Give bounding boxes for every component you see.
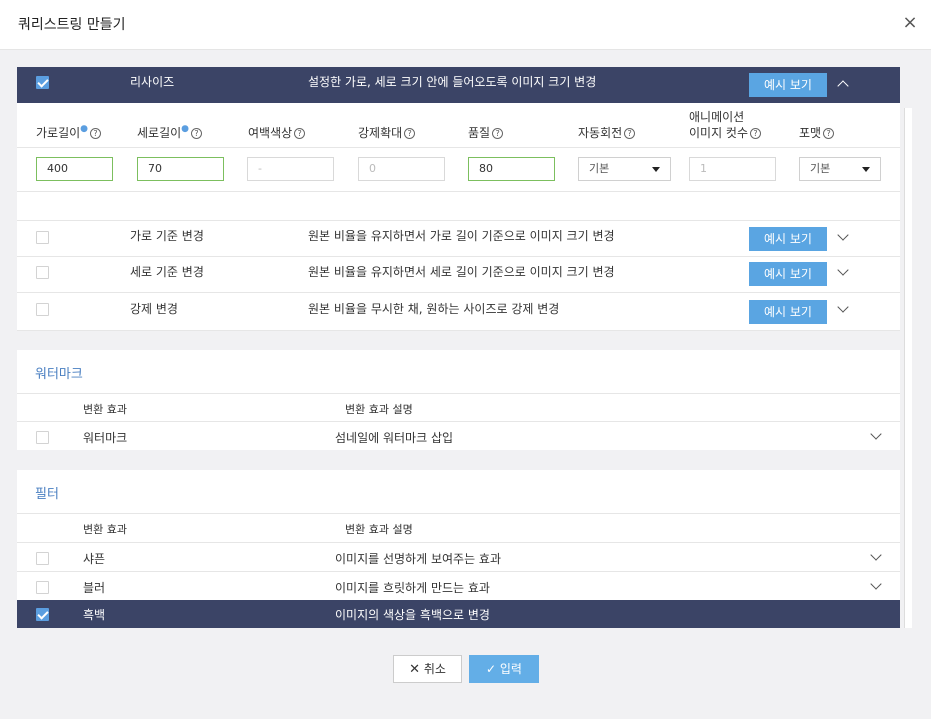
watermark-desc: 섬네일에 워터마크 삽입 bbox=[335, 431, 454, 445]
resize-example-button[interactable]: 예시 보기 bbox=[749, 73, 827, 97]
check-icon: ✓ bbox=[486, 662, 497, 676]
height-label: 세로길이●? bbox=[137, 124, 203, 141]
divider bbox=[17, 393, 900, 394]
resize-desc: 설정한 가로, 세로 크기 안에 들어오도록 이미지 크기 변경 bbox=[308, 75, 597, 89]
force-enlarge-label: 강제확대? bbox=[358, 124, 416, 141]
option-label: 강제 변경 bbox=[130, 302, 178, 316]
option-checkbox[interactable] bbox=[36, 266, 49, 279]
filter-checkbox[interactable] bbox=[36, 581, 49, 594]
chevron-down-icon[interactable] bbox=[870, 549, 882, 561]
resize-option-row[interactable]: 세로 기준 변경 원본 비율을 유지하면서 세로 길이 기준으로 이미지 크기 … bbox=[17, 257, 900, 293]
option-desc: 원본 비율을 유지하면서 세로 길이 기준으로 이미지 크기 변경 bbox=[308, 265, 615, 279]
filter-panel: 필터 변환 효과 변환 효과 설명 샤픈 이미지를 선명하게 보여주는 효과 블… bbox=[17, 470, 900, 628]
divider bbox=[17, 191, 900, 192]
help-icon[interactable]: ? bbox=[492, 128, 504, 139]
example-button[interactable]: 예시 보기 bbox=[749, 262, 827, 286]
format-label: 포맷? bbox=[799, 124, 835, 141]
dropdown-arrow-icon bbox=[652, 167, 660, 172]
option-label: 세로 기준 변경 bbox=[130, 265, 204, 279]
option-checkbox[interactable] bbox=[36, 303, 49, 316]
format-select[interactable]: 기본 bbox=[799, 157, 881, 181]
help-icon[interactable]: ? bbox=[624, 128, 636, 139]
option-desc: 원본 비율을 유지하면서 가로 길이 기준으로 이미지 크기 변경 bbox=[308, 229, 615, 243]
help-icon[interactable]: ? bbox=[823, 128, 835, 139]
required-mark: ● bbox=[181, 124, 190, 134]
option-label: 가로 기준 변경 bbox=[130, 229, 204, 243]
width-label: 가로길이●? bbox=[36, 124, 102, 141]
chevron-down-icon[interactable] bbox=[837, 264, 849, 276]
filter-label: 블러 bbox=[83, 581, 106, 595]
force-enlarge-input[interactable]: 0 bbox=[358, 157, 445, 181]
col-desc-header: 변환 효과 설명 bbox=[345, 523, 413, 536]
chevron-down-icon[interactable] bbox=[870, 428, 882, 440]
anim-frames-label-2: 이미지 컷수? bbox=[689, 124, 762, 141]
cancel-label: 취소 bbox=[423, 662, 446, 676]
divider bbox=[17, 147, 900, 148]
chevron-down-icon[interactable] bbox=[837, 301, 849, 313]
resize-panel: 리사이즈 설정한 가로, 세로 크기 안에 들어오도록 이미지 크기 변경 예시… bbox=[17, 67, 900, 331]
auto-rotate-label: 자동회전? bbox=[578, 124, 636, 141]
cancel-button[interactable]: ✕ 취소 bbox=[393, 655, 462, 683]
dropdown-arrow-icon bbox=[862, 167, 870, 172]
filter-label: 흑백 bbox=[83, 608, 106, 622]
help-icon[interactable]: ? bbox=[90, 128, 102, 139]
resize-option-row[interactable]: 가로 기준 변경 원본 비율을 유지하면서 가로 길이 기준으로 이미지 크기 … bbox=[17, 220, 900, 257]
watermark-row[interactable]: 워터마크 섬네일에 워터마크 삽입 bbox=[17, 422, 900, 450]
chevron-up-icon[interactable] bbox=[837, 80, 849, 92]
resize-checkbox[interactable] bbox=[36, 76, 49, 89]
divider bbox=[17, 513, 900, 514]
dialog-title: 쿼리스트링 만들기 bbox=[18, 17, 126, 33]
option-checkbox[interactable] bbox=[36, 231, 49, 244]
dialog-header: 쿼리스트링 만들기 × bbox=[0, 0, 931, 50]
close-icon: ✕ bbox=[409, 662, 420, 677]
help-icon[interactable]: ? bbox=[294, 128, 306, 139]
anim-frames-input[interactable]: 1 bbox=[689, 157, 776, 181]
filter-label: 샤픈 bbox=[83, 552, 106, 566]
section-title: 워터마크 bbox=[35, 367, 83, 382]
help-icon[interactable]: ? bbox=[404, 128, 416, 139]
watermark-label: 워터마크 bbox=[83, 431, 128, 445]
submit-label: 입력 bbox=[499, 662, 522, 676]
auto-rotate-select[interactable]: 기본 bbox=[578, 157, 671, 181]
col-desc-header: 변환 효과 설명 bbox=[345, 403, 413, 416]
submit-button[interactable]: ✓ 입력 bbox=[469, 655, 539, 683]
filter-desc: 이미지를 흐릿하게 만드는 효과 bbox=[335, 581, 490, 595]
resize-main-row[interactable]: 리사이즈 설정한 가로, 세로 크기 안에 들어오도록 이미지 크기 변경 예시… bbox=[17, 67, 900, 103]
height-input[interactable]: 70 bbox=[137, 157, 224, 181]
example-button[interactable]: 예시 보기 bbox=[749, 300, 827, 324]
anim-frames-label-1: 애니메이션 bbox=[689, 110, 745, 124]
resize-option-row[interactable]: 강제 변경 원본 비율을 무시한 채, 원하는 사이즈로 강제 변경 예시 보기 bbox=[17, 293, 900, 331]
margin-color-label: 여백색상? bbox=[248, 124, 306, 141]
auto-rotate-value: 기본 bbox=[589, 162, 610, 175]
format-value: 기본 bbox=[810, 162, 831, 175]
help-icon[interactable]: ? bbox=[191, 128, 203, 139]
close-icon[interactable]: × bbox=[902, 14, 918, 32]
example-button[interactable]: 예시 보기 bbox=[749, 227, 827, 251]
required-mark: ● bbox=[80, 124, 89, 134]
help-icon[interactable]: ? bbox=[750, 128, 762, 139]
quality-input[interactable]: 80 bbox=[468, 157, 555, 181]
quality-label: 품질? bbox=[468, 124, 504, 141]
filter-row-selected[interactable]: 흑백 이미지의 색상을 흑백으로 변경 bbox=[17, 600, 900, 628]
col-effect-header: 변환 효과 bbox=[83, 523, 127, 536]
filter-row[interactable]: 샤픈 이미지를 선명하게 보여주는 효과 bbox=[17, 543, 900, 572]
watermark-panel: 워터마크 변환 효과 변환 효과 설명 워터마크 섬네일에 워터마크 삽입 bbox=[17, 350, 900, 450]
filter-desc: 이미지의 색상을 흑백으로 변경 bbox=[335, 608, 490, 622]
filter-row[interactable]: 블러 이미지를 흐릿하게 만드는 효과 bbox=[17, 572, 900, 600]
filter-checkbox[interactable] bbox=[36, 552, 49, 565]
filter-desc: 이미지를 선명하게 보여주는 효과 bbox=[335, 552, 502, 566]
resize-label: 리사이즈 bbox=[130, 75, 175, 89]
margin-color-input[interactable]: - bbox=[247, 157, 334, 181]
scrollbar[interactable] bbox=[904, 108, 912, 628]
chevron-down-icon[interactable] bbox=[837, 229, 849, 241]
width-input[interactable]: 400 bbox=[36, 157, 113, 181]
watermark-checkbox[interactable] bbox=[36, 431, 49, 444]
chevron-down-icon[interactable] bbox=[870, 578, 882, 590]
option-desc: 원본 비율을 무시한 채, 원하는 사이즈로 강제 변경 bbox=[308, 302, 560, 316]
filter-checkbox[interactable] bbox=[36, 608, 49, 621]
col-effect-header: 변환 효과 bbox=[83, 403, 127, 416]
section-title: 필터 bbox=[35, 487, 59, 502]
